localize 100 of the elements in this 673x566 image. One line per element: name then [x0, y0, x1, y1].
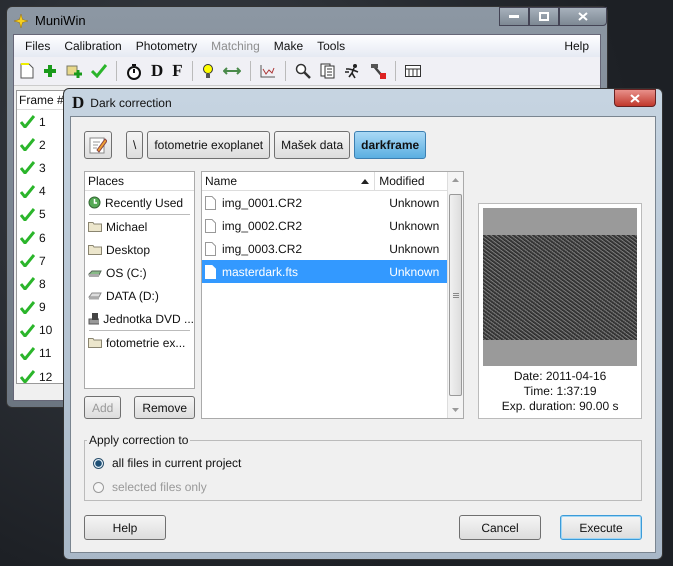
file-icon	[205, 218, 216, 232]
dialog-title: Dark correction	[90, 96, 172, 110]
preview-info: Date: 2011-04-16	[512, 369, 608, 384]
path-button[interactable]: \	[126, 131, 144, 159]
place-item[interactable]: DATA (D:)	[85, 284, 194, 307]
file-name: masterdark.fts	[222, 264, 300, 278]
frame-number: 7	[39, 254, 46, 268]
place-label: Jednotka DVD ...	[103, 312, 194, 326]
frame-number: 3	[39, 160, 46, 175]
file-icon	[205, 242, 216, 256]
chart-icon[interactable]	[260, 64, 276, 78]
place-item[interactable]: fotometrie ex...	[85, 331, 194, 354]
star-icon	[13, 12, 29, 28]
toolbar-button[interactable]: D	[151, 61, 164, 81]
place-item[interactable]: Jednotka DVD ...	[85, 307, 194, 330]
frame-number: 2	[39, 138, 46, 152]
file-name: img_0001.CR2	[222, 196, 304, 210]
dialog-button[interactable]: Cancel	[459, 515, 541, 540]
plus-icon[interactable]	[43, 64, 57, 78]
file-modified: Unknown	[389, 264, 440, 278]
frame-number: 6	[39, 230, 46, 245]
minimize-button[interactable]	[499, 7, 529, 26]
radio-option[interactable]: all files in current project	[93, 451, 633, 475]
frame-number: 4	[39, 184, 46, 198]
clock-icon	[88, 196, 101, 209]
column-header[interactable]: Name	[202, 172, 376, 190]
frame-number: 5	[39, 207, 46, 222]
stopwatch-icon[interactable]	[126, 62, 142, 80]
radio-label: all files in current project	[112, 456, 242, 470]
file-name: img_0002.CR2	[222, 218, 304, 232]
file-row[interactable]: img_0001.CR2 Unknown	[202, 191, 448, 214]
file-modified: Unknown	[389, 196, 440, 210]
window-title: MuniWin	[35, 13, 86, 28]
table-icon[interactable]	[404, 65, 421, 77]
file-modified: Unknown	[389, 242, 440, 256]
magnifier-icon[interactable]	[294, 63, 311, 79]
menu-item[interactable]: Make	[266, 39, 310, 53]
drive-icon	[88, 292, 102, 300]
frame-number: 1	[39, 114, 46, 129]
folder-icon	[88, 337, 102, 348]
file-row[interactable]: img_0003.CR2 Unknown	[202, 237, 448, 260]
edit-path-button[interactable]	[84, 131, 112, 159]
close-icon	[630, 94, 640, 102]
place-item[interactable]: Recently Used	[85, 191, 194, 214]
documents-icon[interactable]	[320, 63, 336, 79]
menu-item[interactable]: Photometry	[128, 39, 204, 53]
place-label: DATA (D:)	[106, 288, 159, 302]
menu-item[interactable]: Calibration	[57, 39, 129, 53]
close-button[interactable]	[559, 7, 607, 26]
preview-info: Time: 1:37:19	[522, 384, 598, 399]
frame-number: 11	[39, 346, 52, 360]
column-header[interactable]: Modified	[375, 172, 448, 190]
frame-number: 10	[39, 323, 52, 338]
place-item[interactable]: Desktop	[85, 238, 194, 261]
close-icon	[578, 12, 588, 21]
checkmark-icon[interactable]	[91, 64, 107, 78]
lightbulb-icon[interactable]	[202, 63, 214, 79]
column-label: Name	[205, 174, 238, 188]
place-item[interactable]: OS (C:)	[85, 261, 194, 284]
path-button[interactable]: Mašek data	[274, 131, 350, 159]
file-name: img_0003.CR2	[222, 242, 304, 256]
runner-icon[interactable]	[344, 63, 361, 79]
frame-number: 8	[39, 276, 46, 291]
maximize-icon	[539, 12, 549, 21]
menu-item[interactable]: Tools	[310, 39, 352, 53]
scroll-up-icon	[452, 178, 460, 182]
group-label: Apply correction to	[88, 433, 190, 447]
place-item[interactable]: Michael	[85, 215, 194, 238]
menu-item[interactable]: Help	[557, 39, 596, 53]
new-file-icon[interactable]	[20, 63, 34, 79]
preview-info: Exp. duration: 90.00 s	[500, 399, 620, 414]
grip-icon	[452, 292, 459, 298]
file-modified: Unknown	[389, 218, 440, 232]
file-row[interactable]: img_0002.CR2 Unknown	[202, 214, 448, 237]
file-icon	[205, 264, 216, 278]
menu-item[interactable]: Files	[18, 39, 58, 53]
path-button[interactable]: fotometrie exoplanet	[147, 131, 270, 159]
path-button[interactable]: darkframe	[354, 131, 426, 159]
drive-icon	[88, 268, 102, 278]
place-label: OS (C:)	[106, 266, 147, 280]
radio-button[interactable]	[93, 458, 104, 468]
radio-label: selected files only	[112, 480, 207, 494]
scrollbar[interactable]	[447, 172, 464, 418]
place-label: fotometrie ex...	[106, 336, 186, 350]
maximize-button[interactable]	[529, 7, 559, 26]
disc-drive-icon	[88, 312, 100, 325]
folder-plus-icon[interactable]	[66, 63, 82, 79]
folder-icon	[88, 244, 102, 255]
close-button[interactable]	[614, 89, 656, 107]
dialog-button[interactable]: Help	[84, 515, 166, 540]
scroll-thumb[interactable]	[449, 194, 462, 396]
sort-ascending-icon	[361, 178, 370, 184]
toolbar-button[interactable]: F	[172, 61, 183, 81]
pencil-note-icon	[89, 136, 107, 154]
frame-number: 12	[39, 370, 52, 384]
place-button[interactable]: Remove	[134, 396, 195, 419]
dialog-button[interactable]: Execute	[560, 515, 642, 540]
folder-icon	[88, 221, 102, 232]
place-label: Desktop	[106, 242, 150, 256]
double-arrow-icon[interactable]	[222, 66, 241, 76]
